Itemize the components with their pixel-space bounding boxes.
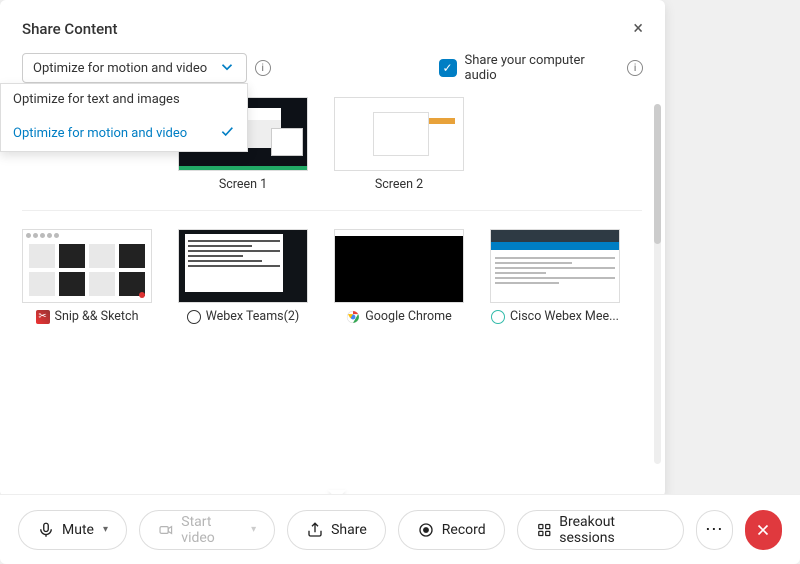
screen-thumbnail[interactable]: Screen 2 [334,97,464,192]
app-preview [334,229,464,303]
divider [22,210,642,211]
mute-label: Mute [62,522,94,538]
share-icon [306,521,324,539]
video-icon [158,521,174,539]
scrollbar[interactable] [654,104,661,464]
optimize-selected-label: Optimize for motion and video [33,61,207,76]
close-icon [754,521,772,539]
start-video-button[interactable]: Start video ▾ [139,510,275,550]
record-label: Record [442,522,486,538]
breakout-button[interactable]: Breakout sessions [517,510,684,550]
app-thumbnail[interactable]: ✂ Snip && Sketch [22,229,152,324]
info-icon[interactable]: i [627,60,643,76]
app-preview [22,229,152,303]
record-icon [417,521,435,539]
start-video-label: Start video [181,514,242,546]
app-thumbnail[interactable]: Webex Teams(2) [178,229,308,324]
info-icon[interactable]: i [255,60,271,76]
share-audio-checkbox[interactable]: ✓ [439,59,457,77]
snip-icon: ✂ [36,310,50,324]
check-icon [219,123,235,143]
app-label: Snip && Sketch [55,309,139,324]
optimize-option-motion-video[interactable]: Optimize for motion and video [1,115,247,151]
optimize-dropdown: Optimize for text and images Optimize fo… [0,83,248,152]
optimize-select[interactable]: Optimize for motion and video [22,53,247,83]
options-row: Optimize for motion and video i ✓ Share … [22,53,643,83]
mic-icon [37,521,55,539]
optimize-option-label: Optimize for motion and video [13,126,187,141]
webex-icon [187,310,201,324]
record-button[interactable]: Record [398,510,505,550]
breakout-label: Breakout sessions [559,514,665,546]
share-audio-label: Share your computer audio [465,53,620,83]
chevron-down-icon: ▾ [103,524,108,535]
panel-header: Share Content × [22,18,643,39]
screen-label: Screen 1 [219,177,267,192]
screen-preview [334,97,464,171]
screen-label: Screen 2 [375,177,423,192]
share-button[interactable]: Share [287,510,386,550]
more-icon: ⋯ [705,519,724,540]
share-content-panel: Share Content × Optimize for motion and … [0,0,665,497]
app-label: Google Chrome [365,309,451,324]
chevron-down-icon [218,58,236,79]
app-label: Webex Teams(2) [206,309,300,324]
app-thumbnail[interactable]: Google Chrome [334,229,464,324]
app-label: Cisco Webex Mee... [510,309,619,324]
more-button[interactable]: ⋯ [696,510,733,550]
panel-title: Share Content [22,20,117,38]
mute-button[interactable]: Mute ▾ [18,510,127,550]
cisco-icon [491,310,505,324]
apps-grid: ✂ Snip && Sketch Webex Teams(2) Google C… [22,229,643,324]
chrome-icon [346,310,360,324]
share-audio-row: ✓ Share your computer audio i [439,53,643,83]
chevron-down-icon: ▾ [251,524,256,535]
app-preview [178,229,308,303]
optimize-option-label: Optimize for text and images [13,92,180,107]
breakout-icon [536,521,553,539]
end-call-button[interactable] [745,510,782,550]
meeting-toolbar: Mute ▾ Start video ▾ Share Record Breako… [0,494,800,564]
app-preview [490,229,620,303]
optimize-option-text-images[interactable]: Optimize for text and images [1,84,247,115]
share-label: Share [331,522,367,538]
close-icon[interactable]: × [633,18,643,39]
app-thumbnail[interactable]: Cisco Webex Mee... [490,229,620,324]
